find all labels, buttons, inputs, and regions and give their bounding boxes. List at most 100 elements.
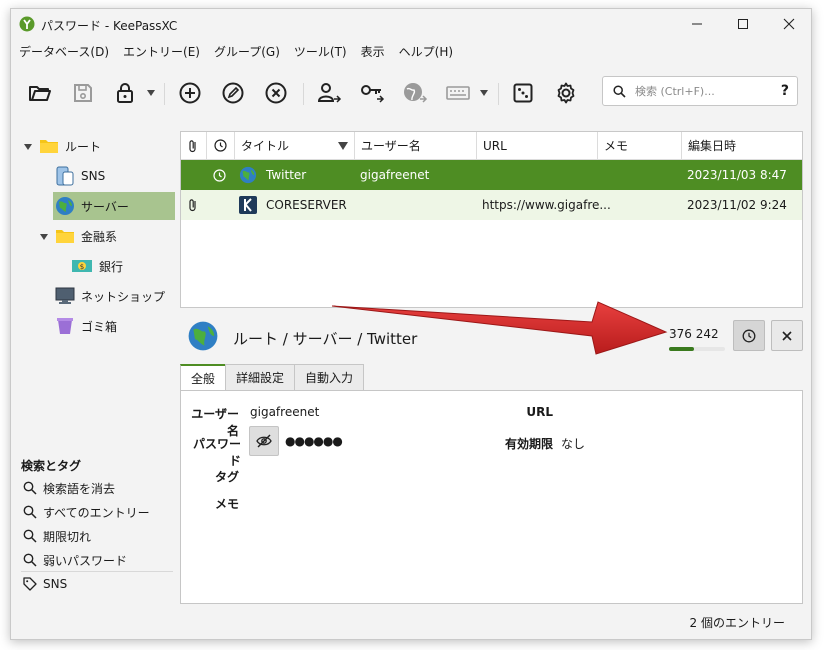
password-generator-icon: [513, 83, 533, 103]
table-row[interactable]: CORESERVER https://www.gigafre... 2023/1…: [181, 190, 802, 220]
open-database-button[interactable]: [25, 78, 55, 108]
money-icon: $: [72, 260, 92, 272]
column-notes-label: メモ: [604, 139, 629, 153]
menu-bar: データベース(D) エントリー(E) グループ(G) ツール(T) 表示 ヘルプ…: [11, 42, 461, 62]
detail-tabs: 全般 詳細設定 自動入力: [180, 364, 365, 391]
search-help-button[interactable]: ?: [781, 83, 789, 99]
table-row[interactable]: Twitter gigafreenet 2023/11/03 8:47: [181, 160, 802, 190]
eye-off-icon: [256, 434, 272, 448]
expand-triangle-icon[interactable]: [24, 143, 32, 151]
show-totp-button[interactable]: [733, 320, 765, 351]
menu-group[interactable]: グループ(G): [208, 42, 286, 62]
lock-database-button[interactable]: [110, 78, 140, 108]
search-tag-icon: [23, 505, 37, 519]
tag-clear-search[interactable]: 検索語を消去: [23, 477, 115, 499]
password-value[interactable]: ●●●●●●: [285, 434, 343, 448]
column-modified-label: 編集日時: [688, 139, 737, 153]
group-bank[interactable]: $ 銀行: [71, 252, 175, 280]
group-label: SNS: [81, 169, 106, 183]
totp-cell: [213, 160, 226, 190]
group-root[interactable]: ルート: [39, 132, 175, 160]
folder-icon: [56, 230, 74, 243]
menu-database[interactable]: データベース(D): [13, 42, 115, 62]
username-value[interactable]: gigafreenet: [250, 405, 319, 419]
toolbar-separator: [164, 83, 165, 105]
maximize-button[interactable]: [720, 9, 766, 39]
save-database-button[interactable]: [68, 78, 98, 108]
menu-tools[interactable]: ツール(T): [288, 42, 353, 62]
menu-help[interactable]: ヘルプ(H): [393, 42, 459, 62]
group-server[interactable]: サーバー: [53, 192, 175, 220]
edit-entry-icon: [222, 82, 244, 104]
keepassxc-logo-icon: [19, 16, 35, 32]
tag-label: 期限切れ: [43, 529, 92, 544]
tab-general[interactable]: 全般: [180, 364, 227, 391]
password-generator-button[interactable]: [508, 78, 538, 108]
trash-icon: [57, 318, 73, 334]
sort-descending-icon: [338, 142, 348, 150]
paperclip-icon: [189, 139, 196, 152]
group-sns[interactable]: SNS: [55, 162, 175, 190]
tags-label: タグ: [214, 470, 239, 484]
tag-label: SNS: [43, 577, 68, 591]
paperclip-icon: [189, 199, 196, 212]
add-entry-button[interactable]: [175, 78, 205, 108]
globe-icon: [56, 197, 74, 215]
autotype-dropdown-icon[interactable]: [480, 89, 488, 97]
column-modified[interactable]: 編集日時: [682, 132, 802, 160]
minimize-button[interactable]: [674, 9, 720, 39]
toggle-password-button[interactable]: [249, 426, 279, 456]
search-icon: [613, 85, 626, 98]
column-totp[interactable]: [207, 132, 235, 160]
group-label: ゴミ箱: [81, 319, 118, 334]
copy-password-button[interactable]: [357, 78, 387, 108]
column-attachment[interactable]: [181, 132, 207, 160]
tags-heading: 検索とタグ: [21, 459, 82, 473]
tab-autotype[interactable]: 自動入力: [294, 364, 365, 390]
search-tag-icon: [23, 553, 37, 567]
globe-icon: [239, 166, 257, 184]
title-cell: Twitter: [239, 160, 306, 190]
column-title[interactable]: タイトル: [235, 132, 355, 160]
tab-advanced[interactable]: 詳細設定: [225, 364, 296, 390]
column-title-label: タイトル: [241, 139, 290, 153]
copy-url-button[interactable]: [400, 78, 430, 108]
close-icon: [783, 18, 795, 30]
status-bar: 2 個のエントリー: [689, 616, 785, 630]
expiry-label: 有効期限: [504, 437, 553, 451]
column-username[interactable]: ユーザー名: [355, 132, 477, 160]
copy-username-icon: [317, 83, 342, 103]
password-label: パスワード: [192, 437, 241, 468]
group-label: 銀行: [99, 259, 124, 274]
group-trash[interactable]: ゴミ箱: [55, 312, 175, 340]
lock-dropdown-icon[interactable]: [147, 89, 155, 97]
autotype-button[interactable]: [443, 78, 473, 108]
minimize-icon: [692, 23, 702, 25]
modified-cell: 2023/11/02 9:24: [687, 198, 787, 212]
toolbar-separator: [498, 83, 499, 105]
copy-username-button[interactable]: [314, 78, 344, 108]
menu-view[interactable]: 表示: [355, 42, 391, 62]
close-window-button[interactable]: [766, 9, 811, 39]
close-preview-button[interactable]: [771, 320, 803, 351]
group-finance[interactable]: 金融系: [55, 222, 175, 250]
menu-entry[interactable]: エントリー(E): [117, 42, 206, 62]
delete-entry-icon: [265, 82, 287, 104]
group-netshop[interactable]: ネットショップ: [55, 282, 175, 310]
column-notes[interactable]: メモ: [598, 132, 682, 160]
tag-weak-passwords[interactable]: 弱いパスワード: [23, 549, 127, 571]
edit-entry-button[interactable]: [218, 78, 248, 108]
delete-entry-button[interactable]: [261, 78, 291, 108]
copy-password-icon: [361, 85, 385, 103]
open-folder-icon: [29, 86, 51, 101]
column-url[interactable]: URL: [477, 132, 598, 160]
modified-cell: 2023/11/03 8:47: [687, 168, 787, 182]
notes-label: メモ: [214, 497, 239, 511]
tag-sns[interactable]: SNS: [23, 573, 67, 595]
settings-button[interactable]: [551, 78, 581, 108]
search-input[interactable]: [635, 83, 765, 99]
tag-expired[interactable]: 期限切れ: [23, 525, 91, 547]
tag-all-entries[interactable]: すべてのエントリー: [23, 501, 150, 523]
group-label: ネットショップ: [81, 289, 166, 304]
expand-triangle-icon[interactable]: [40, 233, 48, 241]
